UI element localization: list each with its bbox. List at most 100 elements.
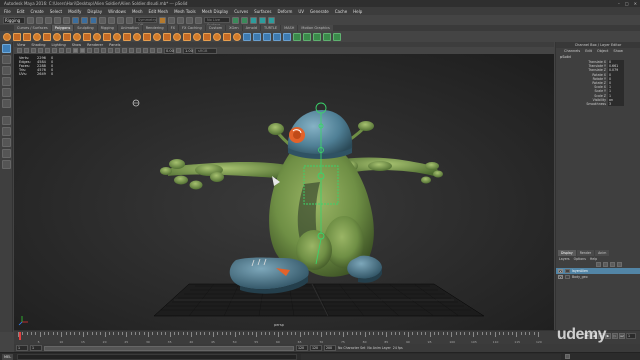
- open-scene-icon[interactable]: [36, 16, 43, 24]
- four-view-icon[interactable]: [1, 127, 11, 136]
- single-view-icon[interactable]: [1, 116, 11, 125]
- le-menu-layers[interactable]: Layers: [559, 257, 570, 261]
- channel-box-icon[interactable]: [268, 16, 275, 24]
- relax-icon[interactable]: [313, 32, 321, 41]
- multi-cut-icon[interactable]: [203, 32, 211, 41]
- cb-menu-edit[interactable]: Edit: [585, 49, 592, 53]
- menu-windows[interactable]: Windows: [108, 9, 126, 14]
- move-layer-up-icon[interactable]: [596, 262, 601, 267]
- tool-settings-icon[interactable]: [259, 16, 266, 24]
- layer-visibility-toggle[interactable]: V: [558, 275, 563, 279]
- menu-mesh-tools[interactable]: Mesh Tools: [174, 9, 196, 14]
- command-input[interactable]: [17, 353, 298, 360]
- save-scene-icon[interactable]: [45, 16, 52, 24]
- hypershade-icon[interactable]: [195, 16, 202, 24]
- select-object-icon[interactable]: [81, 16, 88, 24]
- smooth-shade-icon[interactable]: [80, 48, 85, 53]
- panel-menu-shading[interactable]: Shading: [31, 43, 45, 47]
- playback-end-field[interactable]: 120: [296, 345, 308, 351]
- extrude-icon[interactable]: [143, 32, 151, 41]
- merge-icon[interactable]: [193, 32, 201, 41]
- new-layer-icon[interactable]: [610, 262, 615, 267]
- move-layer-down-icon[interactable]: [603, 262, 608, 267]
- anim-layer-dropdown[interactable]: No Anim Layer: [367, 346, 390, 350]
- poly-pyramid-icon[interactable]: [83, 32, 91, 41]
- symmetry-icon[interactable]: [333, 32, 341, 41]
- grid-toggle-icon[interactable]: [45, 48, 50, 53]
- planar-map-icon[interactable]: [253, 32, 261, 41]
- layer-template-toggle[interactable]: [565, 275, 570, 279]
- poly-cylinder-icon[interactable]: [23, 32, 31, 41]
- fill-hole-icon[interactable]: [183, 32, 191, 41]
- mirror-icon[interactable]: [133, 32, 141, 41]
- redo-icon[interactable]: [63, 16, 70, 24]
- attribute-editor-icon[interactable]: [250, 16, 257, 24]
- ipr-render-icon[interactable]: [177, 16, 184, 24]
- soft-select-icon[interactable]: [323, 32, 331, 41]
- new-layer-selected-icon[interactable]: [617, 262, 622, 267]
- script-editor-icon[interactable]: [565, 354, 571, 359]
- poly-plane-icon[interactable]: [43, 32, 51, 41]
- persp-outliner-icon[interactable]: [1, 138, 11, 147]
- render-settings-icon[interactable]: [186, 16, 193, 24]
- poly-cube-icon[interactable]: [13, 32, 21, 41]
- attribute-value[interactable]: 3: [608, 101, 624, 107]
- attribute-name[interactable]: Smoothness: [556, 102, 608, 106]
- gamma-field[interactable]: 1.00: [183, 47, 193, 54]
- maximize-icon[interactable]: □: [625, 0, 629, 7]
- layer-row[interactable]: V Body_geo: [556, 274, 640, 280]
- le-menu-help[interactable]: Help: [590, 257, 597, 261]
- anti-alias-icon[interactable]: [129, 48, 134, 53]
- xray-joints-icon[interactable]: [150, 48, 155, 53]
- menu-mesh[interactable]: Mesh: [132, 9, 143, 14]
- select-component-icon[interactable]: [90, 16, 97, 24]
- cb-menu-show[interactable]: Show: [613, 49, 622, 53]
- cb-menu-object[interactable]: Object: [597, 49, 608, 53]
- target-weld-icon[interactable]: [213, 32, 221, 41]
- persp-graph-icon[interactable]: [1, 149, 11, 158]
- snap-plane-icon[interactable]: [126, 16, 133, 24]
- bookmark-icon[interactable]: [31, 48, 36, 53]
- minimize-icon[interactable]: –: [618, 0, 620, 7]
- lights-icon[interactable]: [101, 48, 106, 53]
- auto-map-icon[interactable]: [283, 32, 291, 41]
- insert-loop-icon[interactable]: [223, 32, 231, 41]
- playback-start-field[interactable]: 1: [30, 345, 42, 351]
- current-time-marker[interactable]: [19, 332, 21, 340]
- panel-menu-panels[interactable]: Panels: [109, 43, 120, 47]
- current-frame-field[interactable]: 1: [626, 333, 636, 339]
- rotate-tool-icon[interactable]: [1, 88, 11, 97]
- move-tool-icon[interactable]: [1, 77, 11, 86]
- anim-end-field[interactable]: 120: [310, 345, 322, 351]
- le-menu-options[interactable]: Options: [574, 257, 586, 261]
- cylindrical-map-icon[interactable]: [263, 32, 271, 41]
- film-gate-icon[interactable]: [52, 48, 57, 53]
- anim-end-field-2[interactable]: 200: [324, 345, 336, 351]
- separate-icon[interactable]: [103, 32, 111, 41]
- panel-menu-renderer[interactable]: Renderer: [87, 43, 103, 47]
- close-icon[interactable]: ✕: [634, 0, 637, 7]
- tab-anim[interactable]: Anim: [595, 250, 610, 256]
- layer-visibility-toggle[interactable]: V: [558, 269, 563, 273]
- uv-editor-icon[interactable]: [243, 32, 251, 41]
- bevel-icon[interactable]: [163, 32, 171, 41]
- select-hierarchy-icon[interactable]: [72, 16, 79, 24]
- menu-select[interactable]: Select: [50, 9, 62, 14]
- history-icon[interactable]: [159, 16, 166, 24]
- resolution-gate-icon[interactable]: [59, 48, 64, 53]
- live-surface-field[interactable]: No Live Surface: [204, 17, 230, 27]
- poly-torus-icon[interactable]: [53, 32, 61, 41]
- view-transform-dropdown[interactable]: sRGB gamma: [195, 47, 217, 58]
- wireframe-on-shaded-icon[interactable]: [87, 48, 92, 53]
- snap-point-icon[interactable]: [117, 16, 124, 24]
- menu-surfaces[interactable]: Surfaces: [254, 9, 271, 14]
- menu-deform[interactable]: Deform: [277, 9, 292, 14]
- poly-disc-icon[interactable]: [63, 32, 71, 41]
- outliner-icon[interactable]: [1, 160, 11, 169]
- spherical-map-icon[interactable]: [273, 32, 281, 41]
- image-plane-icon[interactable]: [38, 48, 43, 53]
- smooth-icon[interactable]: [113, 32, 121, 41]
- range-bar[interactable]: [44, 345, 294, 351]
- bridge-icon[interactable]: [153, 32, 161, 41]
- poly-sphere-icon[interactable]: [3, 32, 11, 41]
